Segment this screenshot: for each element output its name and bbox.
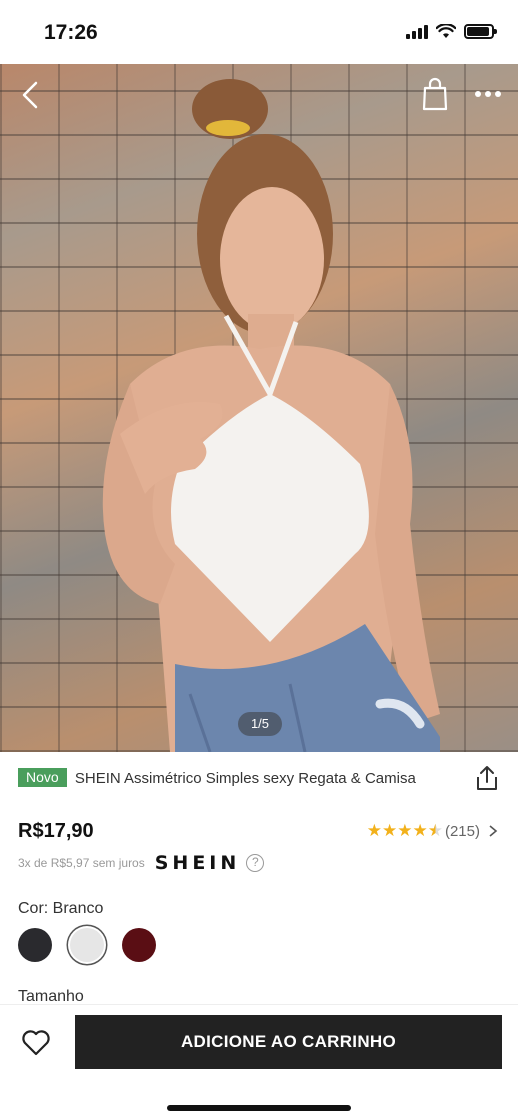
more-icon[interactable]: [470, 82, 506, 106]
rating[interactable]: ★★★★★ (215): [367, 822, 498, 840]
color-swatch-white[interactable]: [70, 928, 104, 962]
help-icon[interactable]: ?: [246, 854, 265, 872]
rating-stars: ★★★★★: [367, 822, 443, 840]
star-icon: ★: [366, 821, 382, 840]
star-icon: ★: [412, 821, 428, 840]
share-icon[interactable]: [474, 764, 500, 792]
installments-text: 3x de R$5,97 sem juros: [18, 856, 145, 870]
installments-row: 3x de R$5,97 sem juros SHEIN ?: [18, 852, 265, 874]
heart-icon[interactable]: [20, 1027, 52, 1059]
battery-level: [467, 27, 489, 36]
color-swatches: [18, 928, 156, 962]
color-swatch-burgundy[interactable]: [122, 928, 156, 962]
bottom-action-bar: ADICIONE AO CARRINHO: [0, 1004, 518, 1120]
wifi-icon: [436, 24, 456, 38]
star-icon: ★: [427, 821, 443, 840]
back-icon[interactable]: [14, 78, 48, 112]
rating-count: (215): [444, 822, 480, 840]
status-time: 17:26: [44, 21, 98, 44]
color-label: Cor: Branco: [18, 900, 104, 917]
shein-logo: SHEIN: [154, 852, 241, 874]
add-to-cart-button[interactable]: ADICIONE AO CARRINHO: [75, 1015, 502, 1069]
product-title-row: Novo SHEIN Assimétrico Simples sexy Rega…: [18, 768, 468, 789]
signal-icon: [406, 24, 428, 39]
color-swatch-black[interactable]: [18, 928, 52, 962]
bag-icon[interactable]: [418, 76, 452, 112]
product-price: R$17,90: [18, 820, 94, 842]
star-icon: ★: [381, 821, 398, 840]
image-page-indicator: 1/5: [238, 712, 282, 736]
star-icon: ★: [397, 821, 413, 840]
product-title: SHEIN Assimétrico Simples sexy Regata & …: [74, 770, 416, 787]
chevron-right-icon: [489, 825, 498, 837]
product-image[interactable]: 1/5: [0, 64, 518, 752]
home-indicator: [167, 1105, 351, 1111]
battery-icon: [464, 24, 497, 39]
new-badge: Novo: [18, 768, 67, 787]
model-figure: [102, 79, 440, 752]
status-bar: 17:26: [0, 0, 518, 64]
status-icons: [406, 24, 497, 39]
